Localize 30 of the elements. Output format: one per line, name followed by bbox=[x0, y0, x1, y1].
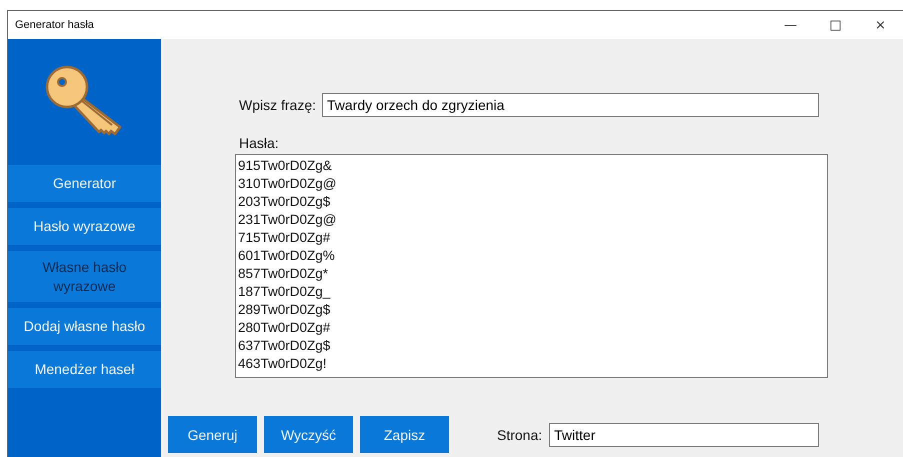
action-button[interactable]: Zapisz bbox=[360, 416, 449, 453]
site-field[interactable]: Twitter bbox=[549, 422, 820, 446]
sidebar-item[interactable]: Dodaj własne hasło bbox=[8, 308, 161, 345]
window-title: Generator hasła bbox=[15, 19, 94, 31]
action-button[interactable]: Wyczyść bbox=[264, 416, 353, 453]
password-entry: 915Tw0rD0Zg& bbox=[238, 157, 333, 175]
window-control-button[interactable]: — bbox=[768, 11, 813, 39]
sidebar-item[interactable]: Generator bbox=[8, 165, 161, 202]
sidebar-item[interactable]: Własne hasło wyrazowe bbox=[8, 251, 161, 302]
password-entry: 857Tw0rD0Zg* bbox=[238, 265, 330, 283]
password-entry: 280Tw0rD0Zg# bbox=[238, 319, 332, 337]
password-entry: 637Tw0rD0Zg$ bbox=[238, 337, 332, 355]
window-control-button[interactable]: × bbox=[858, 11, 903, 39]
action-button[interactable]: Generuj bbox=[168, 416, 257, 453]
password-entry: 715Tw0rD0Zg# bbox=[238, 229, 332, 247]
passwords-list[interactable]: 915Tw0rD0Zg& 310Tw0rD0Zg@ 203Tw0rD0Zg$ 231Tw0rD0Zg@ 715Tw0rD0Zg# 601Tw0rD0Zg% 857Tw0rD0Zg* 187Tw0rD0Zg_ 289Tw0rD0Zg$ 280Tw0rD0Zg# 637Tw0rD0Zg$ 463Tw0rD0Zg! bbox=[235, 154, 828, 378]
sidebar-item[interactable]: Hasło wyrazowe bbox=[8, 208, 161, 245]
phrase-label: Wpisz frazę: bbox=[239, 97, 316, 113]
password-entry: 203Tw0rD0Zg$ bbox=[238, 193, 332, 211]
site-label: Strona: bbox=[497, 426, 542, 442]
passwords-label: Hasła: bbox=[239, 135, 280, 151]
password-entry: 187Tw0rD0Zg_ bbox=[238, 283, 332, 301]
password-entry: 310Tw0rD0Zg@ bbox=[238, 175, 338, 193]
password-entry: 231Tw0rD0Zg@ bbox=[238, 211, 338, 229]
password-entry: 463Tw0rD0Zg! bbox=[238, 355, 328, 373]
sidebar-item[interactable]: Menedżer haseł bbox=[8, 351, 161, 388]
phrase-field[interactable]: Twardy orzech do zgryzienia bbox=[322, 93, 820, 117]
password-entry: 289Tw0rD0Zg$ bbox=[238, 301, 332, 319]
window-control-button[interactable]: □ bbox=[813, 11, 858, 39]
password-entry: 601Tw0rD0Zg% bbox=[238, 247, 336, 265]
